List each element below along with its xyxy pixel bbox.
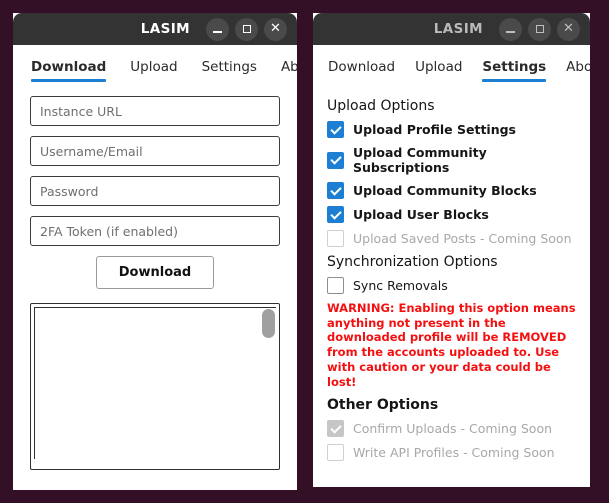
checkbox-upload-community-subscriptions[interactable] — [327, 151, 344, 169]
download-button-row: Download — [30, 256, 280, 289]
checkbox-write-api-profiles — [327, 444, 344, 462]
checkbox-row-upload-community-blocks[interactable]: Upload Community Blocks — [327, 182, 576, 199]
settings-content: Upload Options Upload Profile Settings U… — [313, 82, 590, 462]
instance-url-placeholder: Instance URL — [40, 103, 122, 119]
download-window-body: Download Upload Settings About Instance … — [13, 45, 297, 490]
tab-download-label: Download — [328, 59, 396, 75]
tab-upload[interactable]: Upload — [130, 59, 177, 82]
minimize-button[interactable] — [206, 17, 229, 41]
download-window-tabs: Download Upload Settings About — [13, 45, 297, 82]
checkbox-row-upload-community-subscriptions[interactable]: Upload Community Subscriptions — [327, 145, 576, 175]
check-icon — [329, 122, 342, 135]
checkbox-row-sync-removals[interactable]: Sync Removals — [327, 277, 576, 294]
settings-window-titlebar[interactable]: LASIM ✕ — [313, 13, 590, 45]
checkbox-sync-removals[interactable] — [327, 277, 344, 294]
checkbox-label: Upload Community Subscriptions — [353, 145, 487, 175]
tab-download-label: Download — [31, 59, 107, 75]
settings-window-tabs: Download Upload Settings About — [313, 45, 590, 82]
checkbox-label: Upload Saved Posts - Coming Soon — [353, 231, 572, 246]
close-button[interactable]: ✕ — [264, 17, 287, 41]
tab-about-label: About — [566, 59, 590, 75]
close-icon: ✕ — [270, 21, 281, 36]
checkbox-row-upload-user-blocks[interactable]: Upload User Blocks — [327, 206, 576, 223]
tab-settings[interactable]: Settings — [482, 59, 546, 82]
checkbox-label: Write API Profiles - Coming Soon — [353, 445, 555, 461]
tab-upload-label: Upload — [415, 59, 463, 75]
tab-about-label: About — [280, 59, 297, 75]
log-output-area[interactable] — [30, 303, 280, 470]
check-icon — [329, 153, 342, 165]
tab-download[interactable]: Download — [328, 59, 395, 82]
maximize-icon — [535, 25, 544, 33]
upload-options-title: Upload Options — [327, 98, 435, 114]
twofa-token-input[interactable]: 2FA Token (if enabled) — [30, 216, 280, 246]
username-email-input[interactable]: Username/Email — [30, 136, 280, 166]
checkbox-row-write-api-profiles: Write API Profiles - Coming Soon — [327, 444, 576, 462]
username-email-placeholder: Username/Email — [40, 143, 143, 159]
tab-upload-label: Upload — [130, 59, 178, 75]
download-window-titlebar[interactable]: LASIM ✕ — [13, 13, 297, 45]
log-output-text — [34, 307, 276, 459]
checkbox-row-upload-saved-posts: Upload Saved Posts - Coming Soon — [327, 230, 576, 247]
checkbox-row-upload-profile-settings[interactable]: Upload Profile Settings — [327, 121, 576, 138]
check-icon — [329, 422, 342, 434]
checkbox-label: Upload User Blocks — [353, 207, 489, 222]
checkbox-label: Confirm Uploads - Coming Soon — [353, 421, 553, 437]
checkbox-confirm-uploads — [327, 420, 344, 438]
maximize-button[interactable] — [235, 17, 258, 41]
maximize-button[interactable] — [528, 17, 551, 41]
check-icon — [329, 207, 342, 220]
maximize-icon — [242, 25, 251, 33]
minimize-icon — [506, 31, 515, 33]
tab-settings-label: Settings — [201, 59, 257, 75]
close-icon: ✕ — [563, 21, 574, 36]
settings-window[interactable]: LASIM ✕ Download Upload Settings About — [313, 13, 590, 487]
close-button[interactable]: ✕ — [557, 17, 580, 41]
tab-download[interactable]: Download — [31, 59, 107, 82]
other-options-title: Other Options — [327, 397, 439, 414]
tab-settings-label: Settings — [482, 59, 547, 75]
checkbox-label: Sync Removals — [353, 278, 448, 293]
minimize-button[interactable] — [499, 17, 522, 41]
sync-options-title: Synchronization Options — [327, 254, 498, 270]
app-title: LASIM — [140, 21, 190, 37]
checkbox-upload-saved-posts — [327, 230, 344, 247]
checkbox-label: Upload Profile Settings — [353, 122, 517, 137]
download-form: Instance URL Username/Email Password 2FA… — [13, 82, 297, 289]
app-title: LASIM — [433, 21, 483, 37]
tab-settings[interactable]: Settings — [202, 59, 257, 82]
checkbox-label: Upload Community Blocks — [353, 183, 537, 198]
tab-upload[interactable]: Upload — [415, 59, 462, 82]
tab-about[interactable]: About — [566, 59, 590, 82]
twofa-token-placeholder: 2FA Token (if enabled) — [40, 223, 178, 239]
instance-url-input[interactable]: Instance URL — [30, 96, 280, 126]
sync-removals-warning: WARNING: Enabling this option means anyt… — [327, 301, 576, 389]
checkbox-upload-profile-settings[interactable] — [327, 121, 344, 138]
log-scrollbar-thumb[interactable] — [262, 309, 275, 338]
download-button[interactable]: Download — [95, 256, 215, 289]
download-window[interactable]: LASIM ✕ Download Upload Settings About — [13, 13, 297, 490]
checkbox-upload-user-blocks[interactable] — [327, 206, 344, 223]
minimize-icon — [213, 31, 222, 33]
settings-window-body: Download Upload Settings About Upload Op… — [313, 45, 590, 487]
check-icon — [329, 183, 342, 196]
checkbox-upload-community-blocks[interactable] — [327, 182, 344, 199]
tab-about[interactable]: About — [281, 59, 297, 82]
checkbox-row-confirm-uploads: Confirm Uploads - Coming Soon — [327, 420, 576, 438]
password-placeholder: Password — [40, 183, 99, 199]
password-input[interactable]: Password — [30, 176, 280, 206]
